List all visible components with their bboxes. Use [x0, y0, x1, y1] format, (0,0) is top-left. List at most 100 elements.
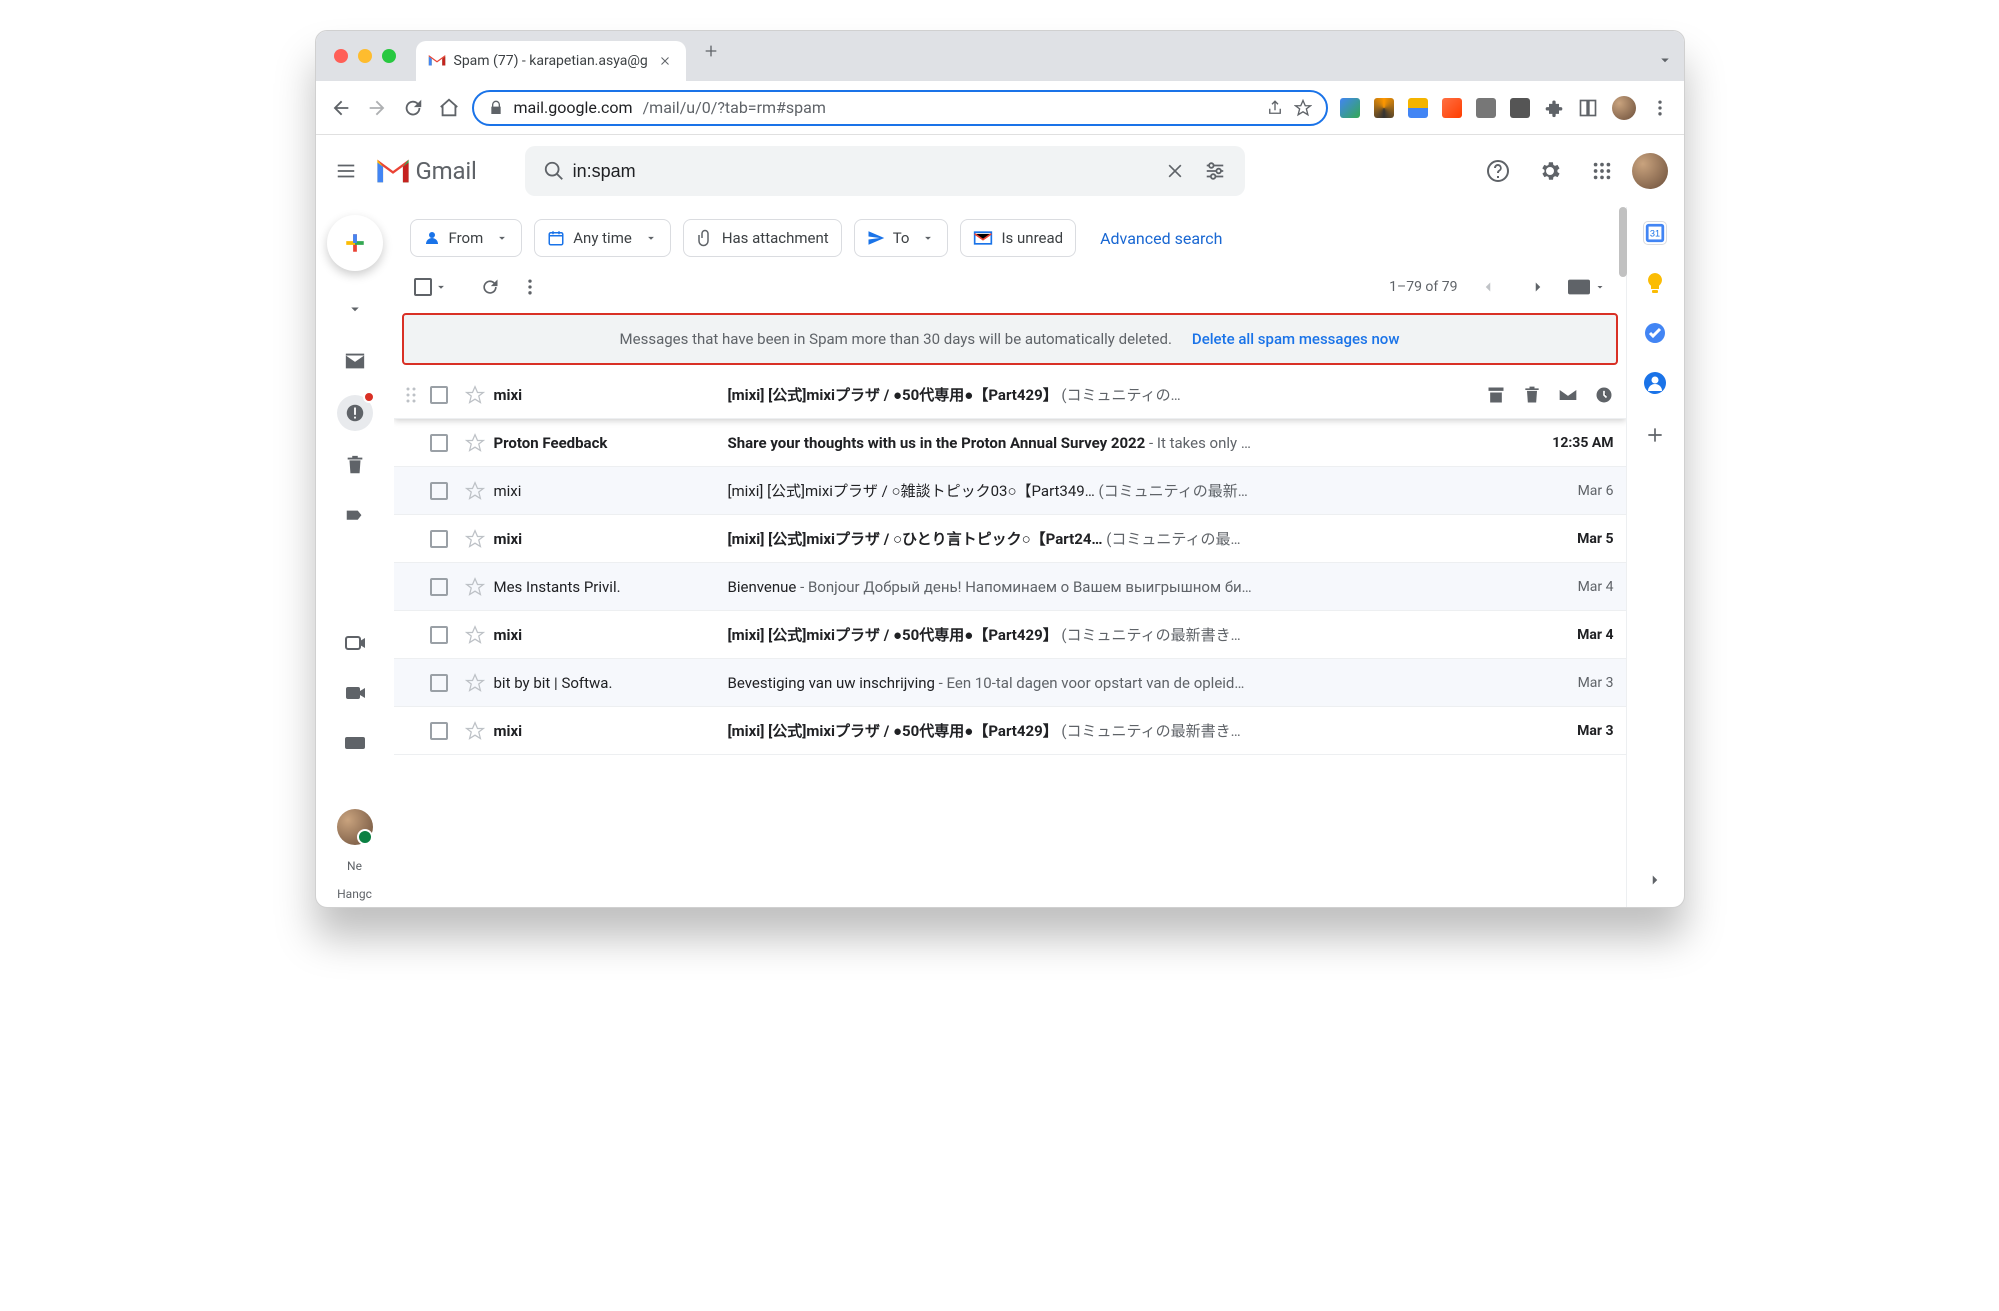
calendar-app-icon[interactable]: 31 [1643, 221, 1667, 245]
extension-icon[interactable] [1374, 98, 1394, 118]
row-checkbox[interactable] [430, 722, 448, 740]
star-button[interactable] [460, 577, 490, 597]
search-input[interactable] [573, 161, 1155, 182]
gmail-logo[interactable]: Gmail [376, 157, 477, 185]
next-page-button[interactable] [1518, 267, 1558, 307]
mail-row[interactable]: Mes Instants Privil. Bienvenue - Bonjour… [394, 563, 1626, 611]
side-panel-toggle[interactable] [1646, 871, 1664, 889]
tab-close-icon[interactable] [656, 52, 674, 70]
forward-button[interactable] [366, 97, 388, 119]
row-checkbox[interactable] [430, 482, 448, 500]
support-button[interactable] [1476, 149, 1520, 193]
search-options-button[interactable] [1195, 151, 1235, 191]
back-button[interactable] [330, 97, 352, 119]
star-button[interactable] [460, 433, 490, 453]
google-apps-button[interactable] [1580, 149, 1624, 193]
close-window[interactable] [334, 49, 348, 63]
delete-icon[interactable] [1522, 385, 1542, 405]
mail-row[interactable]: Proton Feedback Share your thoughts with… [394, 419, 1626, 467]
search-icon [543, 160, 565, 182]
select-all[interactable] [414, 278, 448, 296]
advanced-search-link[interactable]: Advanced search [1100, 229, 1222, 248]
chip-attachment[interactable]: Has attachment [683, 219, 842, 257]
mail-row[interactable]: mixi [mixi] [公式]mixiプラザ / ●50代専用●【Part42… [394, 611, 1626, 659]
row-checkbox[interactable] [430, 674, 448, 692]
hangouts-avatar[interactable] [337, 809, 373, 845]
compose-button[interactable] [327, 215, 383, 271]
mail-sender: mixi [494, 530, 724, 548]
input-tools-button[interactable] [1568, 278, 1606, 296]
mail-row[interactable]: mixi [mixi] [公式]mixiプラザ / ○雑談トピック03○【Par… [394, 467, 1626, 515]
mail-subject: Bienvenue - Bonjour Добрый день! Напомин… [728, 578, 1522, 596]
keep-app-icon[interactable] [1643, 271, 1667, 295]
scrollbar-thumb[interactable] [1619, 207, 1627, 277]
snooze-icon[interactable] [1594, 385, 1614, 405]
chip-to[interactable]: To [854, 219, 949, 257]
window-controls[interactable] [334, 49, 396, 63]
new-tab-button[interactable] [702, 42, 720, 60]
browser-tab[interactable]: Spam (77) - karapetian.asya@g [416, 41, 686, 81]
extension-icon[interactable] [1442, 98, 1462, 118]
extensions-puzzle-icon[interactable] [1544, 98, 1564, 118]
tabs-dropdown-icon[interactable] [1656, 51, 1674, 69]
main-menu-button[interactable] [324, 149, 368, 193]
nav-keyboard[interactable] [337, 725, 373, 761]
chip-unread[interactable]: Is unread [960, 219, 1076, 257]
refresh-button[interactable] [470, 267, 510, 307]
get-addons-button[interactable] [1645, 425, 1665, 445]
settings-button[interactable] [1528, 149, 1572, 193]
reload-button[interactable] [402, 97, 424, 119]
url-path: /mail/u/0/?tab=rm#spam [643, 98, 826, 117]
row-checkbox[interactable] [430, 434, 448, 452]
star-button[interactable] [460, 529, 490, 549]
row-checkbox[interactable] [430, 578, 448, 596]
nav-categories[interactable] [337, 499, 373, 535]
bookmark-icon[interactable] [1294, 99, 1312, 117]
row-checkbox[interactable] [430, 386, 448, 404]
chip-anytime[interactable]: Any time [534, 219, 671, 257]
extension-icon[interactable] [1510, 98, 1530, 118]
clear-search-button[interactable] [1155, 151, 1195, 191]
row-checkbox[interactable] [430, 626, 448, 644]
star-button[interactable] [460, 673, 490, 693]
star-button[interactable] [460, 721, 490, 741]
chip-from[interactable]: From [410, 219, 523, 257]
nav-meet-join[interactable] [337, 675, 373, 711]
mail-row[interactable]: mixi [mixi] [公式]mixiプラザ / ●50代専用●【Part42… [394, 371, 1626, 419]
nav-trash[interactable] [337, 447, 373, 483]
share-icon[interactable] [1266, 99, 1284, 117]
mail-row[interactable]: mixi [mixi] [公式]mixiプラザ / ●50代専用●【Part42… [394, 707, 1626, 755]
star-button[interactable] [460, 625, 490, 645]
chrome-menu-icon[interactable] [1650, 98, 1670, 118]
archive-icon[interactable] [1486, 385, 1506, 405]
tasks-app-icon[interactable] [1643, 321, 1667, 345]
star-button[interactable] [460, 385, 490, 405]
nav-expand-icon[interactable] [337, 291, 373, 327]
minimize-window[interactable] [358, 49, 372, 63]
extension-icon[interactable] [1340, 98, 1360, 118]
prev-page-button[interactable] [1468, 267, 1508, 307]
mail-row[interactable]: mixi [mixi] [公式]mixiプラザ / ○ひとり言トピック○【Par… [394, 515, 1626, 563]
mark-read-icon[interactable] [1558, 385, 1578, 405]
extension-icon[interactable] [1476, 98, 1496, 118]
mail-row[interactable]: bit by bit | Softwa. Bevestiging van uw … [394, 659, 1626, 707]
maximize-window[interactable] [382, 49, 396, 63]
star-button[interactable] [460, 481, 490, 501]
mail-subject: Share your thoughts with us in the Proto… [728, 434, 1522, 452]
nav-meet-new[interactable] [337, 625, 373, 661]
contacts-app-icon[interactable] [1643, 371, 1667, 395]
address-bar[interactable]: mail.google.com/mail/u/0/?tab=rm#spam [472, 90, 1328, 126]
nav-inbox[interactable] [337, 343, 373, 379]
row-checkbox[interactable] [430, 530, 448, 548]
delete-all-spam-link[interactable]: Delete all spam messages now [1192, 330, 1400, 348]
search-bar[interactable] [525, 146, 1245, 196]
extension-icon[interactable] [1408, 98, 1428, 118]
reading-list-icon[interactable] [1578, 98, 1598, 118]
chrome-profile-avatar[interactable] [1612, 96, 1636, 120]
account-avatar[interactable] [1632, 153, 1668, 189]
home-button[interactable] [438, 97, 460, 119]
more-button[interactable] [510, 267, 550, 307]
gmail-favicon-icon [428, 54, 446, 68]
drag-handle-icon[interactable] [404, 386, 418, 404]
nav-spam[interactable] [337, 395, 373, 431]
